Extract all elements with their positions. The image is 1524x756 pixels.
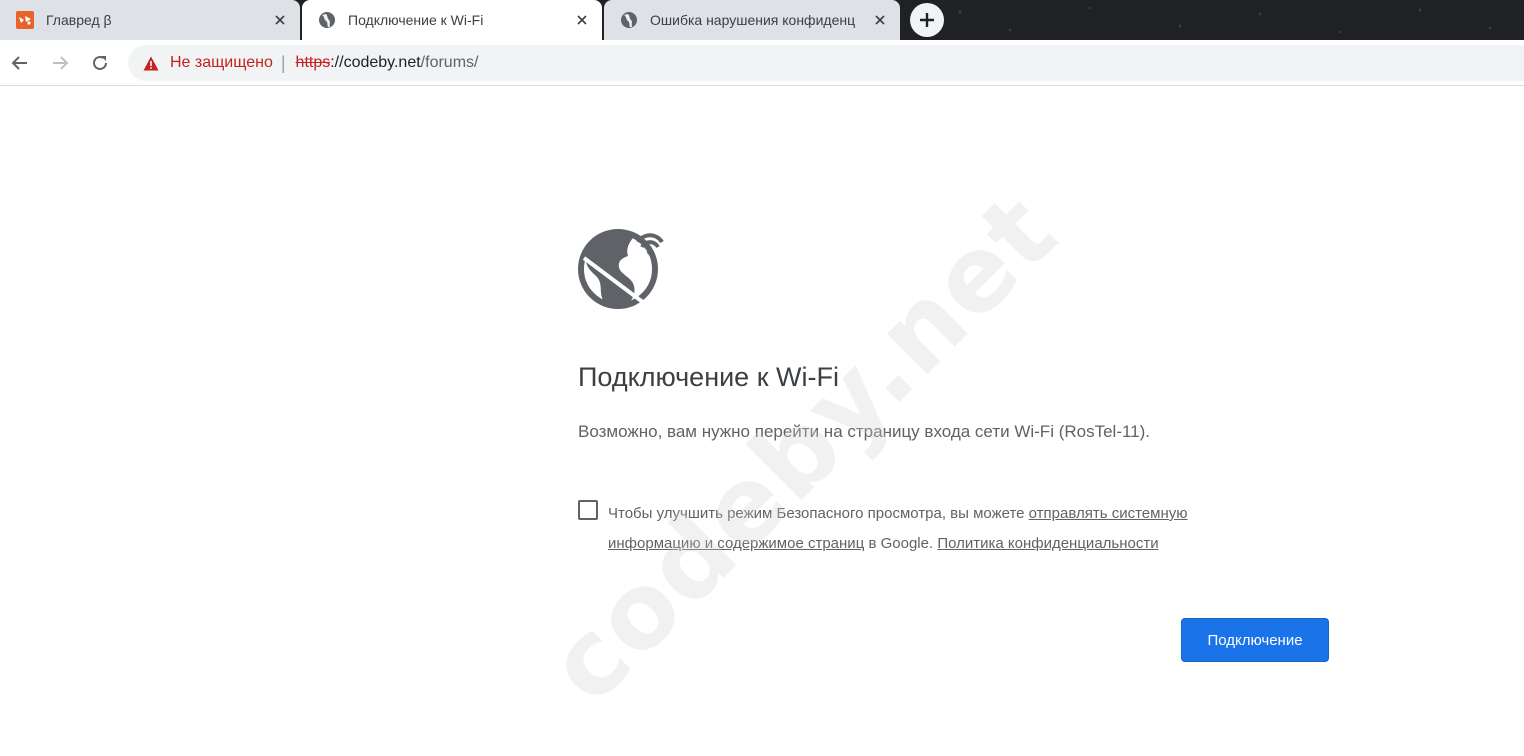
tab-privacy-error[interactable]: Ошибка нарушения конфиденц — [604, 0, 900, 40]
connect-button[interactable]: Подключение — [1181, 618, 1329, 662]
privacy-policy-link[interactable]: Политика конфиденциальности — [937, 535, 1158, 552]
glavred-favicon — [16, 11, 34, 29]
address-bar[interactable]: Не защищено | https://codeby.net/forums/ — [128, 45, 1524, 81]
url-scheme: https — [295, 54, 331, 71]
url-separator: | — [280, 52, 286, 73]
close-icon[interactable] — [272, 12, 288, 28]
forward-button[interactable] — [46, 49, 74, 77]
globe-icon — [620, 11, 638, 29]
optin-prefix: Чтобы улучшить режим Безопасного просмот… — [608, 505, 1029, 522]
security-status[interactable]: Не защищено — [170, 54, 273, 72]
optin-middle: в Google. — [864, 535, 938, 552]
close-icon[interactable] — [574, 12, 590, 28]
optin-text: Чтобы улучшить режим Безопасного просмот… — [608, 499, 1258, 559]
tab-title: Главред β — [46, 12, 112, 28]
tab-strip: Главред β Подключение к Wi-Fi Ошибка нар… — [0, 0, 1524, 40]
page-title: Подключение к Wi-Fi — [578, 362, 839, 392]
plus-icon — [920, 13, 934, 27]
reload-button[interactable] — [86, 49, 114, 77]
tab-title: Ошибка нарушения конфиденц — [650, 12, 856, 28]
url-path: /forums/ — [420, 54, 479, 71]
close-icon[interactable] — [872, 12, 888, 28]
reload-icon — [93, 55, 107, 70]
interstitial-page: Подключение к Wi-Fi Возможно, вам нужно … — [0, 87, 1524, 756]
tab-title: Подключение к Wi-Fi — [348, 12, 484, 28]
url-host: ://codeby.net — [330, 54, 421, 71]
tab-wifi-connect[interactable]: Подключение к Wi-Fi — [302, 0, 602, 40]
globe-icon — [318, 11, 336, 29]
back-button[interactable] — [6, 49, 34, 77]
globe-wifi-icon — [576, 228, 668, 314]
arrow-right-icon — [53, 56, 69, 70]
arrow-left-icon — [11, 56, 27, 70]
new-tab-button[interactable] — [910, 3, 944, 37]
tab-glavred[interactable]: Главред β — [0, 0, 300, 40]
optin-checkbox[interactable] — [578, 500, 598, 520]
browser-toolbar: Не защищено | https://codeby.net/forums/ — [0, 40, 1524, 86]
page-message: Возможно, вам нужно перейти на страницу … — [578, 422, 1151, 441]
warning-icon[interactable] — [142, 54, 160, 72]
